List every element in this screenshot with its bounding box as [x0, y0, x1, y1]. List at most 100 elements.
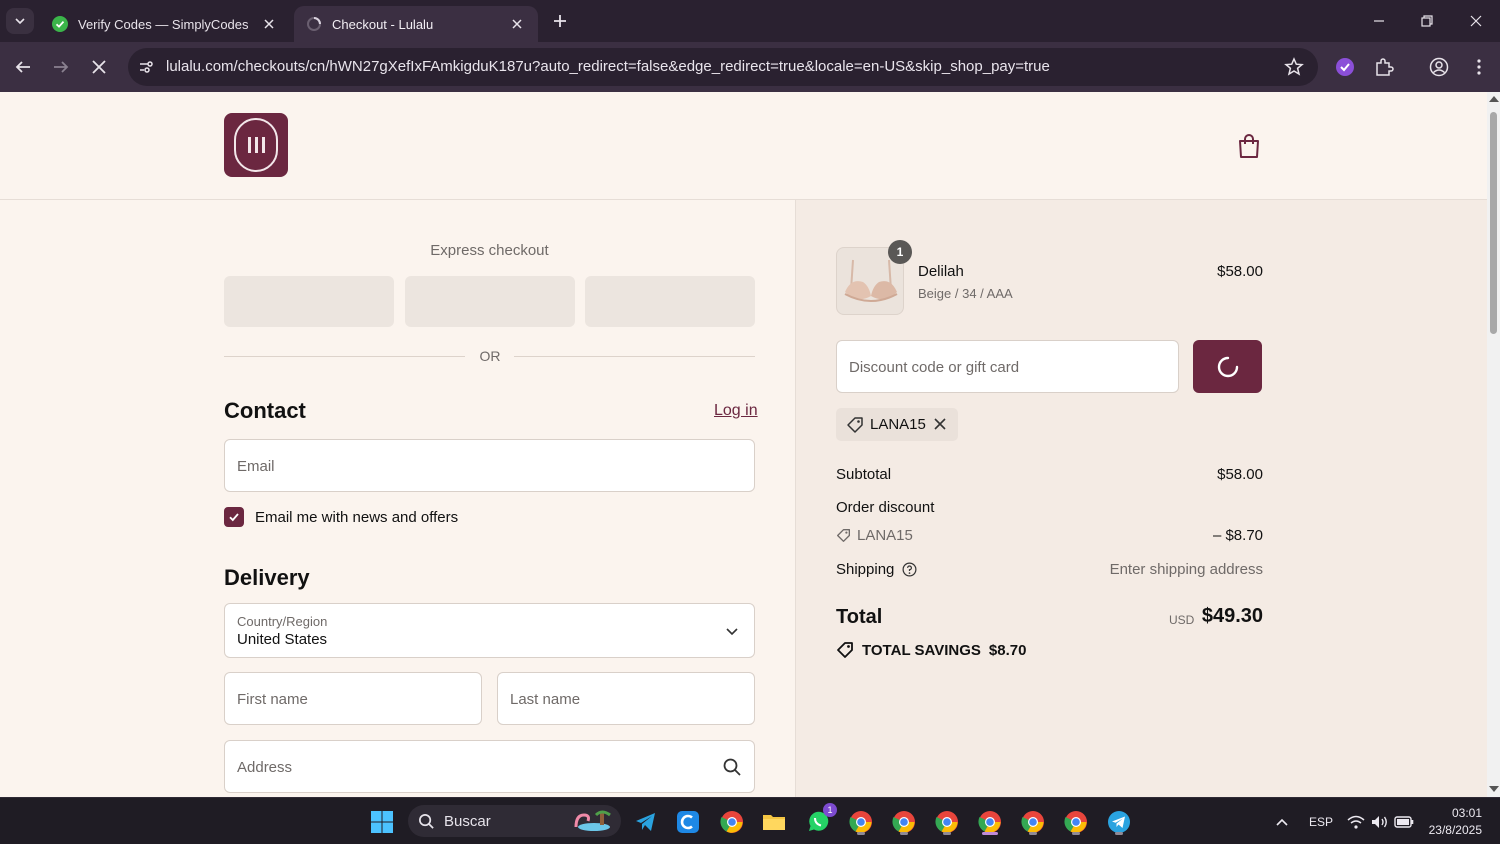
- tab-title: Checkout - Lulalu: [332, 16, 434, 32]
- taskbar-chrome-profile-1[interactable]: [845, 806, 877, 838]
- total-label: Total: [836, 606, 883, 628]
- apply-discount-button[interactable]: [1193, 340, 1262, 393]
- chrome-icon: [849, 811, 872, 833]
- search-label: Buscar: [444, 813, 491, 830]
- profile-icon: [1429, 57, 1449, 77]
- country-select[interactable]: Country/Region United States: [224, 603, 755, 658]
- taskbar-chrome-profile-2[interactable]: [888, 806, 920, 838]
- lulalu-logo[interactable]: [224, 113, 288, 177]
- taskbar-file-explorer[interactable]: [758, 806, 790, 838]
- newsletter-checkbox[interactable]: [224, 507, 244, 527]
- discount-code-field[interactable]: Discount code or gift card: [836, 340, 1179, 393]
- product-variant: Beige / 34 / AAA: [918, 286, 1013, 301]
- site-header: [0, 92, 1487, 200]
- product-name: Delilah: [918, 263, 964, 280]
- taskbar-chrome-profile-5[interactable]: [1017, 806, 1049, 838]
- flamingo-search-highlight-icon: [574, 810, 611, 831]
- puzzle-icon: [1376, 58, 1394, 76]
- telegram-icon: [1108, 811, 1130, 833]
- battery-status[interactable]: [1388, 806, 1420, 838]
- chrome-icon: [1064, 811, 1087, 833]
- divider: [514, 356, 755, 357]
- running-indicator: [900, 832, 908, 835]
- address-field[interactable]: Address: [224, 740, 755, 793]
- logo-mark: [234, 118, 278, 172]
- loading-spinner-icon: [307, 17, 321, 31]
- volume-icon: [1372, 816, 1387, 828]
- start-button[interactable]: [366, 806, 398, 838]
- restore-button[interactable]: [1405, 6, 1449, 36]
- checkout-form: Express checkout OR Contact Log in Email…: [0, 200, 795, 797]
- telegram-icon: [636, 813, 655, 831]
- login-link[interactable]: Log in: [714, 402, 758, 420]
- chrome-icon: [892, 811, 915, 833]
- product-price: $58.00: [1217, 263, 1263, 280]
- discount-placeholder: Discount code or gift card: [849, 359, 1020, 376]
- page-scrollbar[interactable]: [1487, 92, 1500, 797]
- shopping-bag-icon[interactable]: [1236, 132, 1262, 160]
- help-icon[interactable]: [902, 562, 917, 577]
- subtotal-label: Subtotal: [836, 466, 892, 483]
- extension-logo-icon: [1336, 58, 1354, 76]
- close-icon: [92, 60, 106, 74]
- last-name-field[interactable]: Last name: [497, 672, 755, 725]
- newsletter-label[interactable]: Email me with news and offers: [255, 509, 458, 526]
- chevron-down-icon: [726, 628, 738, 636]
- arrow-right-icon: [54, 61, 69, 73]
- back-button[interactable]: [10, 54, 36, 80]
- express-pay-button-1[interactable]: [224, 276, 394, 327]
- extensions-button[interactable]: [1371, 54, 1397, 80]
- taskbar-telegram-2[interactable]: [1103, 806, 1135, 838]
- remove-discount-icon[interactable]: [934, 418, 946, 430]
- taskbar-telegram-1[interactable]: [630, 806, 662, 838]
- divider: [224, 356, 465, 357]
- notification-badge: 1: [823, 803, 837, 817]
- restore-icon: [1421, 15, 1433, 27]
- stop-loading-button[interactable]: [86, 54, 112, 80]
- taskbar-chrome-profile-4[interactable]: [974, 806, 1006, 838]
- address-bar[interactable]: lulalu.com/checkouts/cn/hWN27gXefIxFAmki…: [128, 48, 1318, 86]
- site-info-icon[interactable]: [136, 57, 156, 77]
- kebab-menu-icon: [1477, 59, 1481, 75]
- chrome-icon: [720, 811, 743, 833]
- express-pay-button-2[interactable]: [405, 276, 575, 327]
- search-icon: [723, 758, 741, 776]
- menu-button[interactable]: [1466, 54, 1492, 80]
- scroll-up-arrow[interactable]: [1489, 96, 1499, 102]
- minimize-button[interactable]: [1357, 6, 1401, 36]
- scroll-down-arrow[interactable]: [1489, 786, 1499, 792]
- tab-simplycodes[interactable]: Verify Codes — SimplyCodes: [40, 6, 290, 42]
- email-field[interactable]: Email: [224, 439, 755, 492]
- taskbar-chrome[interactable]: [716, 806, 748, 838]
- shipping-value: Enter shipping address: [1109, 561, 1263, 578]
- bookmark-star-icon[interactable]: [1284, 57, 1304, 77]
- taskbar-chrome-profile-3[interactable]: [931, 806, 963, 838]
- first-name-field[interactable]: First name: [224, 672, 482, 725]
- close-tab-icon[interactable]: [260, 15, 278, 33]
- taskbar-app-c[interactable]: [672, 806, 704, 838]
- clock-date[interactable]: 23/8/2025: [1422, 823, 1482, 837]
- profile-button[interactable]: [1426, 54, 1452, 80]
- contact-heading: Contact: [224, 398, 306, 423]
- tab-checkout[interactable]: Checkout - Lulalu: [294, 6, 538, 42]
- taskbar-search[interactable]: Buscar: [408, 805, 621, 837]
- shipping-row: Shipping: [836, 561, 917, 578]
- language-indicator[interactable]: ESP: [1309, 815, 1333, 829]
- clock-time[interactable]: 03:01: [1442, 806, 1482, 820]
- subtotal-value: $58.00: [1217, 466, 1263, 483]
- new-tab-button[interactable]: [548, 9, 572, 33]
- tab-search-button[interactable]: [6, 8, 34, 34]
- express-pay-button-3[interactable]: [585, 276, 755, 327]
- show-hidden-icons-button[interactable]: [1266, 806, 1298, 838]
- tab-strip: Verify Codes — SimplyCodes Checkout - Lu…: [0, 0, 1500, 42]
- forward-button[interactable]: [48, 54, 74, 80]
- scroll-thumb[interactable]: [1490, 112, 1497, 334]
- taskbar-whatsapp[interactable]: 1: [802, 803, 837, 838]
- taskbar-chrome-profile-6[interactable]: [1060, 806, 1092, 838]
- close-window-button[interactable]: [1454, 6, 1498, 36]
- close-tab-icon[interactable]: [508, 15, 526, 33]
- express-checkout-title: Express checkout: [430, 242, 549, 259]
- browser-toolbar: lulalu.com/checkouts/cn/hWN27gXefIxFAmki…: [0, 42, 1500, 92]
- extension-button[interactable]: [1332, 54, 1358, 80]
- windows-taskbar: Buscar 1 ESP 03:01 23/8/2025: [0, 797, 1500, 844]
